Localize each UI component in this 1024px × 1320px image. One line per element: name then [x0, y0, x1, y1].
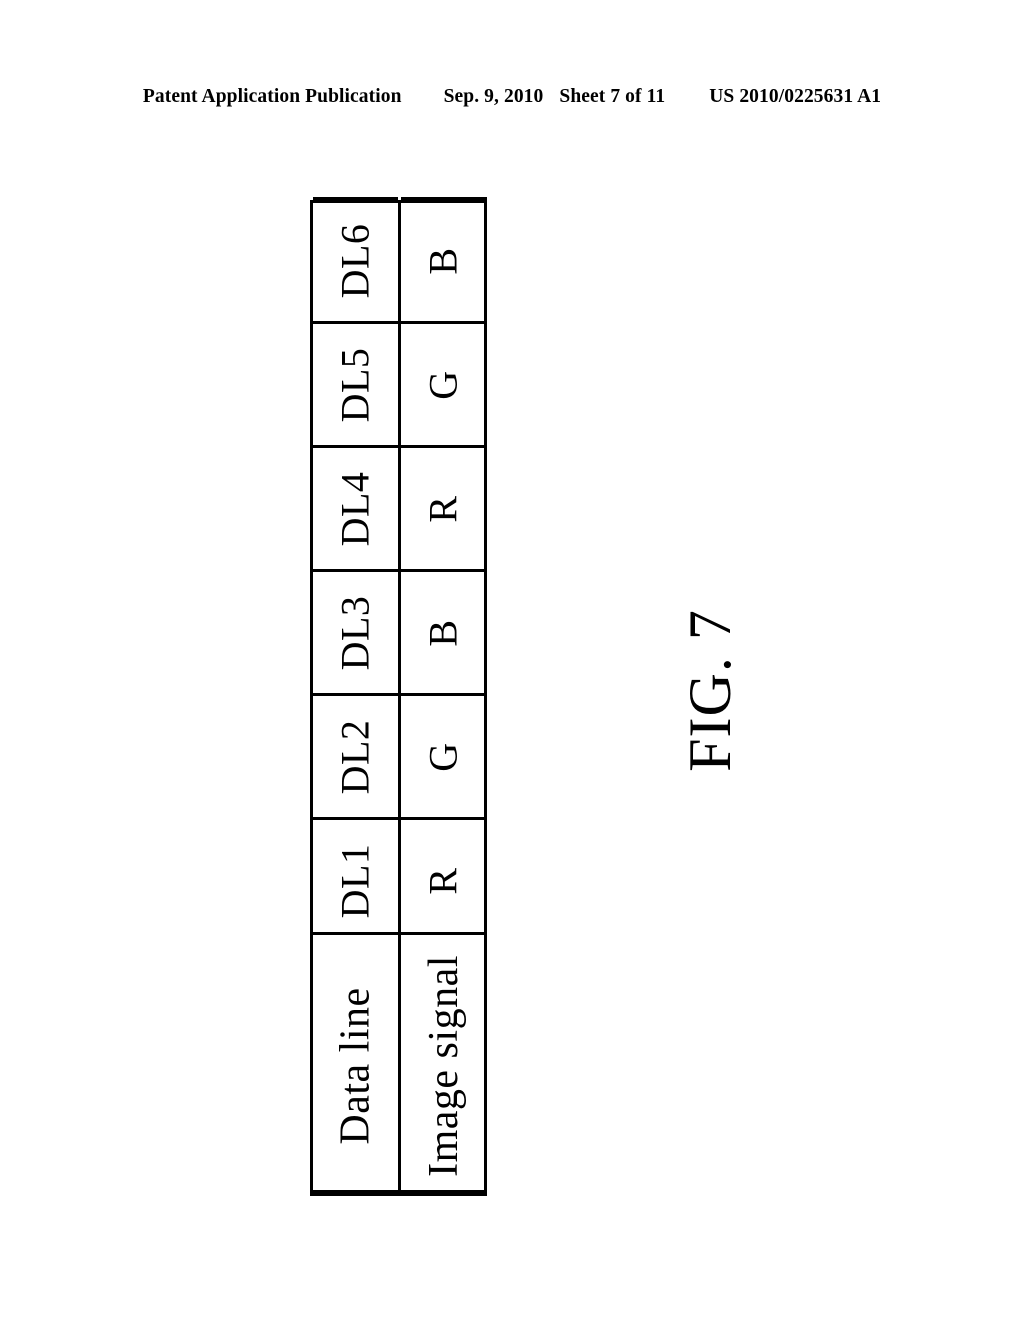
cell-label: R	[421, 866, 466, 895]
cell-image-signal-2: G	[401, 693, 487, 817]
publication-label: Patent Application Publication	[142, 86, 402, 107]
cell-image-signal-1: R	[401, 817, 487, 941]
cell-data-line-2: DL2	[313, 693, 398, 817]
cell-image-signal-5: G	[401, 321, 487, 445]
cell-label: DL3	[332, 595, 378, 670]
cell-label: DL4	[332, 471, 378, 546]
patent-header: Patent Application Publication Sep. 9, 2…	[0, 86, 1024, 116]
cell-data-line-1: DL1	[313, 817, 398, 941]
cell-image-signal-4: R	[401, 445, 487, 569]
row-header-image-signal: Image signal	[401, 932, 487, 1193]
cell-label: DL1	[332, 843, 378, 918]
cell-data-line-5: DL5	[313, 321, 398, 445]
row-header-label: Image signal	[421, 954, 468, 1177]
cell-label: G	[420, 369, 466, 400]
table-row-data-line: Data line DL1 DL2 DL3 DL4 DL5 DL6	[313, 197, 401, 1193]
cell-data-line-4: DL4	[313, 445, 398, 569]
cell-label: DL5	[332, 347, 378, 422]
publication-number: US 2010/0225631 A1	[709, 86, 882, 107]
cell-image-signal-6: B	[401, 197, 487, 321]
cell-data-line-6: DL6	[313, 197, 398, 321]
row-header-label: Data line	[332, 986, 379, 1145]
figure-caption: FIG. 7	[620, 560, 800, 820]
cell-label: B	[421, 246, 466, 275]
figure-caption-text: FIG. 7	[676, 608, 743, 772]
cell-label: DL6	[332, 223, 378, 298]
data-line-image-signal-table: Data line DL1 DL2 DL3 DL4 DL5 DL6 Image …	[310, 197, 487, 1196]
cell-label: DL2	[332, 719, 378, 794]
cell-label: B	[421, 618, 466, 647]
sheet-number: Sheet 7 of 11	[559, 86, 666, 107]
cell-image-signal-3: B	[401, 569, 487, 693]
row-header-data-line: Data line	[313, 932, 398, 1193]
publication-date: Sep. 9, 2010	[443, 86, 544, 107]
table-row-image-signal: Image signal R G B R G B	[401, 197, 487, 1193]
cell-data-line-3: DL3	[313, 569, 398, 693]
cell-label: G	[420, 741, 466, 772]
cell-label: R	[421, 494, 466, 523]
